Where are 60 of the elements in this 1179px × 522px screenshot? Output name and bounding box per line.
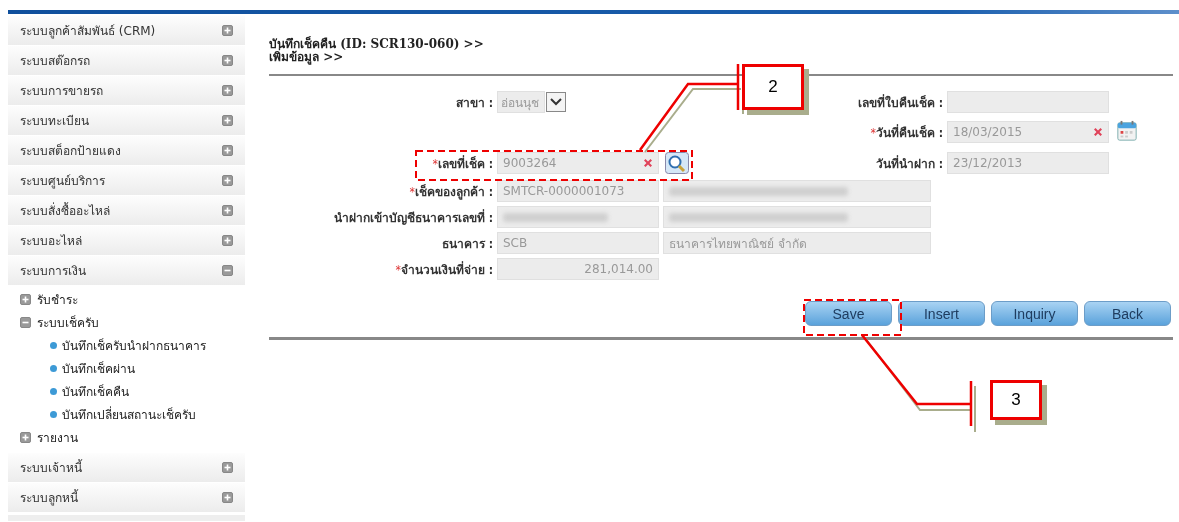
dropdown-button[interactable] [546, 92, 566, 112]
field-label: *จำนวนเงินที่จ่าย : [395, 260, 493, 279]
expand-icon[interactable] [222, 492, 233, 503]
field-label: สาขา : [455, 94, 493, 112]
field-label: วันที่นำฝาก : [875, 154, 943, 173]
input-field[interactable] [497, 206, 659, 228]
menu-item[interactable]: ระบบอะไหล่ [8, 226, 245, 256]
submenu-link[interactable]: บันทึกเช็ครับนำฝากธนาคาร [62, 336, 206, 355]
expand-icon[interactable] [20, 432, 31, 443]
collapse-icon[interactable] [20, 317, 31, 328]
field-label: ธนาคาร : [441, 235, 493, 253]
submenu-link[interactable]: บันทึกเช็คคืน [62, 382, 129, 401]
menu-item[interactable]: ระบบสั่งซื้ออะไหล่ [8, 196, 245, 226]
submenu-link[interactable]: บันทึกเช็คผ่าน [62, 359, 135, 378]
menu-item[interactable]: ระบบทะเบียน [8, 106, 245, 136]
field-label: นำฝากเข้าบัญชีธนาคารเลขที่ : [333, 208, 493, 227]
bullet-icon [50, 365, 57, 372]
expand-icon[interactable] [20, 294, 31, 305]
bullet-icon [50, 342, 57, 349]
clear-icon[interactable] [643, 158, 653, 168]
calendar-icon[interactable] [1115, 119, 1139, 142]
clear-icon[interactable] [1093, 127, 1103, 137]
field-label: *วันที่คืนเช็ค : [870, 123, 943, 142]
expand-icon[interactable] [222, 462, 233, 473]
bullet-icon [50, 411, 57, 418]
input-field[interactable] [663, 180, 931, 202]
action-button[interactable]: Insert [898, 301, 985, 326]
bullet-icon [50, 388, 57, 395]
chevron-down-icon [550, 98, 562, 106]
submenu-item[interactable]: ระบบเช็ครับ [37, 313, 99, 332]
expand-icon[interactable] [222, 175, 233, 186]
expand-icon[interactable] [222, 55, 233, 66]
input-field[interactable] [947, 91, 1109, 113]
submenu-item[interactable]: รับชำระ [37, 290, 78, 309]
field-label: *เช็คของลูกค้า : [409, 183, 493, 201]
field-label: *เลขที่เช็ค : [432, 154, 493, 173]
menu-item[interactable]: ระบบลูกค้าสัมพันธ์ (CRM) [8, 16, 245, 46]
menu-item[interactable]: ระบบการขายรถ [8, 76, 245, 106]
expand-icon[interactable] [222, 115, 233, 126]
submenu-item[interactable]: รายงาน [37, 428, 78, 447]
input-field[interactable] [663, 206, 931, 228]
menu-item[interactable]: ระบบสต๊อกรถ [8, 46, 245, 76]
action-button[interactable]: Save [805, 301, 892, 326]
action-button[interactable]: Inquiry [991, 301, 1078, 326]
action-button[interactable]: Back [1084, 301, 1171, 326]
expand-icon[interactable] [222, 85, 233, 96]
menu-item[interactable]: ระบบศูนย์บริการ [8, 166, 245, 196]
expand-icon[interactable] [222, 235, 233, 246]
page-title: บันทึกเช็คคืน (ID: SCR130-060) >> [269, 38, 485, 51]
menu-item[interactable]: ระบบสต็อกป้ายแดง [8, 136, 245, 166]
field-label: เลขที่ใบคืนเช็ค : [857, 93, 943, 112]
menu-item[interactable]: ระบบเจ้าหนี้ [8, 453, 245, 483]
menu-item[interactable]: ระบบการเงิน [8, 256, 245, 286]
expand-icon[interactable] [222, 25, 233, 36]
collapse-icon[interactable] [222, 265, 233, 276]
submenu-link[interactable]: บันทึกเปลี่ยนสถานะเช็ครับ [62, 405, 196, 424]
search-button[interactable] [665, 152, 689, 174]
expand-icon[interactable] [222, 145, 233, 156]
expand-icon[interactable] [222, 205, 233, 216]
menu-item[interactable]: ระบบลูกหนี้ [8, 483, 245, 513]
